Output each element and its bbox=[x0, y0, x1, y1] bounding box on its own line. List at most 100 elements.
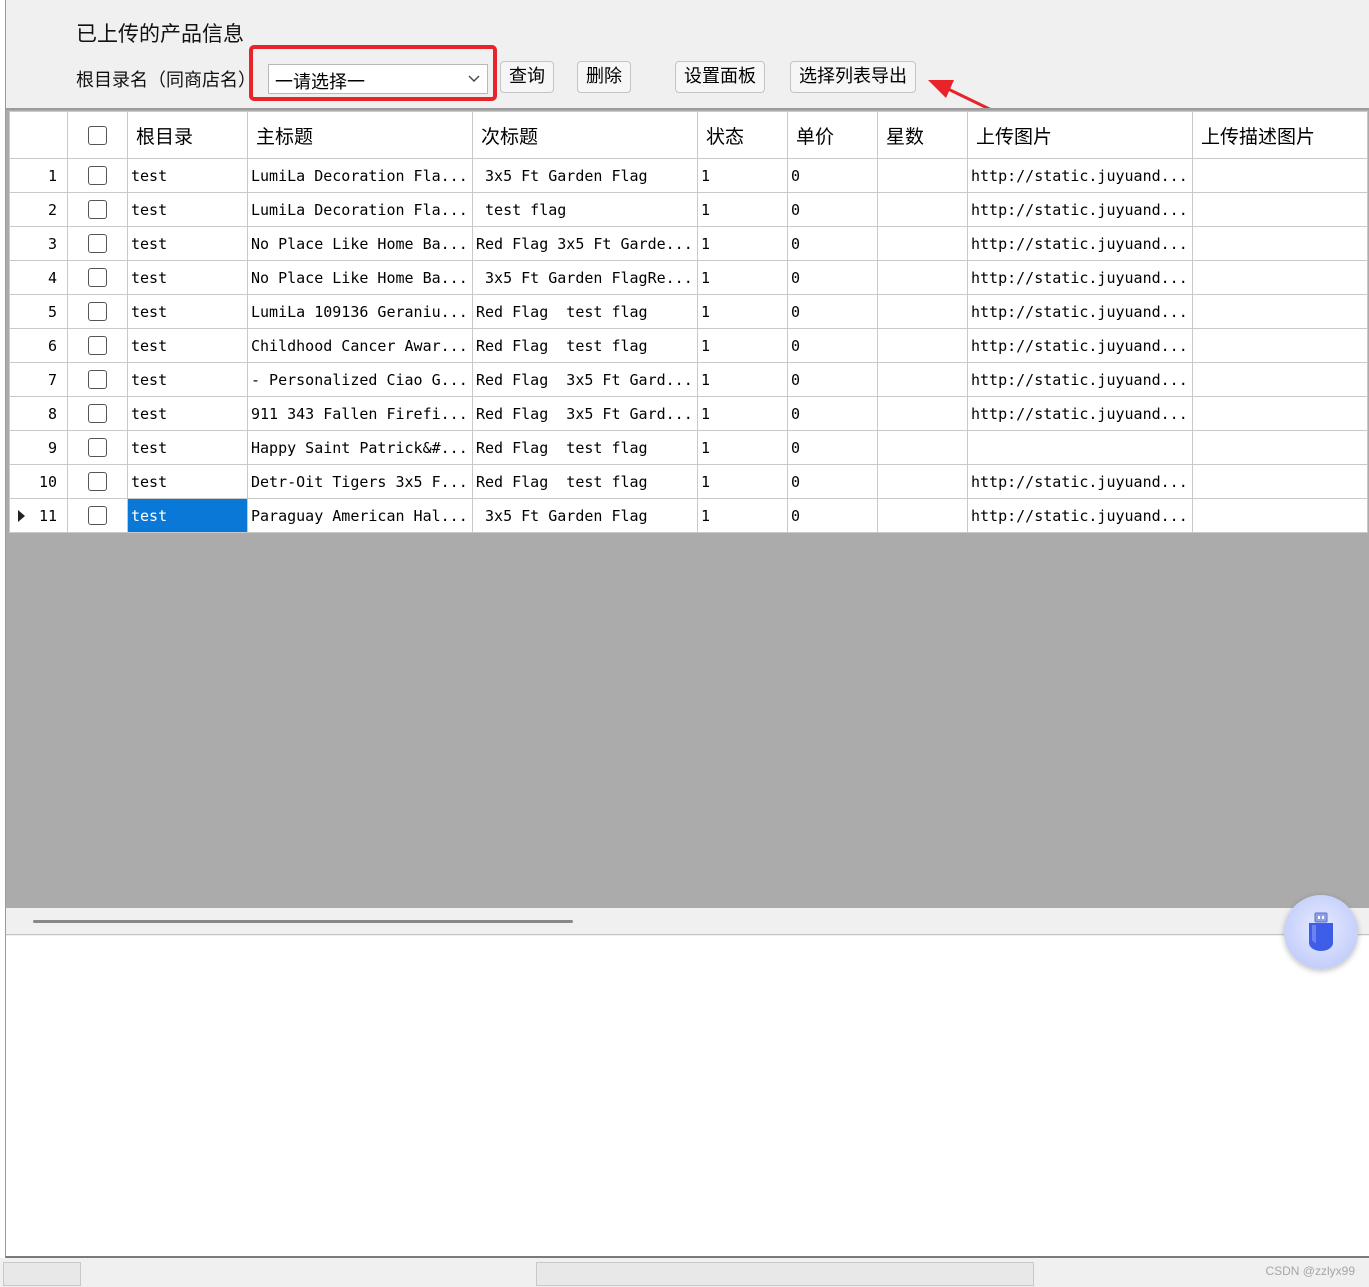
cell-stars[interactable] bbox=[877, 328, 968, 363]
cell-status[interactable]: 1 bbox=[697, 192, 788, 227]
cell-stars[interactable] bbox=[877, 260, 968, 295]
cell-stars[interactable] bbox=[877, 192, 968, 227]
cell-subtitle[interactable]: 3x5 Ft Garden Flag bbox=[472, 498, 698, 533]
cell-status[interactable]: 1 bbox=[697, 430, 788, 465]
column-header-stars[interactable]: 星数 bbox=[877, 111, 968, 159]
row-header[interactable]: 4 bbox=[9, 260, 68, 295]
cell-status[interactable]: 1 bbox=[697, 294, 788, 329]
cell-image[interactable]: http://static.juyuand... bbox=[967, 158, 1193, 193]
cell-subtitle[interactable]: Red Flag 3x5 Ft Gard... bbox=[472, 362, 698, 397]
row-checkbox[interactable] bbox=[88, 268, 107, 287]
cell-price[interactable]: 0 bbox=[787, 192, 878, 227]
cell-root[interactable]: test bbox=[127, 498, 248, 533]
cell-status[interactable]: 1 bbox=[697, 464, 788, 499]
cell-desc-image[interactable] bbox=[1192, 396, 1368, 431]
cell-desc-image[interactable] bbox=[1192, 260, 1368, 295]
table-row[interactable]: 9 test Happy Saint Patrick&#... Red Flag te… bbox=[9, 430, 1368, 465]
row-header[interactable]: 6 bbox=[9, 328, 68, 363]
cell-root[interactable]: test bbox=[127, 430, 248, 465]
cell-stars[interactable] bbox=[877, 226, 968, 261]
cell-status[interactable]: 1 bbox=[697, 260, 788, 295]
cell-image[interactable]: http://static.juyuand... bbox=[967, 328, 1193, 363]
cell-desc-image[interactable] bbox=[1192, 464, 1368, 499]
table-row[interactable]: 11 test Paraguay American Hal... 3x5 Ft Ga… bbox=[9, 498, 1368, 533]
export-selected-list-button[interactable]: 选择列表导出 bbox=[790, 61, 916, 93]
row-header[interactable]: 1 bbox=[9, 158, 68, 193]
cell-title[interactable]: Detr-Oit Tigers 3x5 F... bbox=[247, 464, 473, 499]
delete-button[interactable]: 删除 bbox=[577, 61, 631, 93]
row-checkbox-cell[interactable] bbox=[67, 294, 128, 329]
cell-root[interactable]: test bbox=[127, 396, 248, 431]
row-header[interactable]: 2 bbox=[9, 192, 68, 227]
row-checkbox[interactable] bbox=[88, 472, 107, 491]
row-checkbox[interactable] bbox=[88, 336, 107, 355]
column-header-desc-image[interactable]: 上传描述图片 bbox=[1192, 111, 1368, 159]
cell-subtitle[interactable]: Red Flag 3x5 Ft Garde... bbox=[472, 226, 698, 261]
cell-title[interactable]: LumiLa Decoration Fla... bbox=[247, 158, 473, 193]
cell-subtitle[interactable]: Red Flag test flag bbox=[472, 294, 698, 329]
row-header[interactable]: 5 bbox=[9, 294, 68, 329]
horizontal-scrollbar[interactable] bbox=[6, 908, 1369, 935]
cell-image[interactable]: http://static.juyuand... bbox=[967, 464, 1193, 499]
table-row[interactable]: 2 test LumiLa Decoration Fla... test flag 1… bbox=[9, 192, 1368, 227]
table-row[interactable]: 4 test No Place Like Home Ba... 3x5 Ft Gar… bbox=[9, 260, 1368, 295]
cell-root[interactable]: test bbox=[127, 328, 248, 363]
cell-root[interactable]: test bbox=[127, 192, 248, 227]
column-header-title[interactable]: 主标题 bbox=[247, 111, 473, 159]
horizontal-scrollbar-thumb[interactable] bbox=[33, 920, 573, 923]
cell-subtitle[interactable]: Red Flag test flag bbox=[472, 464, 698, 499]
cell-desc-image[interactable] bbox=[1192, 158, 1368, 193]
cell-status[interactable]: 1 bbox=[697, 396, 788, 431]
cell-title[interactable]: Childhood Cancer Awar... bbox=[247, 328, 473, 363]
cell-stars[interactable] bbox=[877, 464, 968, 499]
settings-panel-button[interactable]: 设置面板 bbox=[675, 61, 765, 93]
table-row[interactable]: 3 test No Place Like Home Ba... Red Flag 3x… bbox=[9, 226, 1368, 261]
row-header[interactable]: 9 bbox=[9, 430, 68, 465]
table-row[interactable]: 7 test - Personalized Ciao G... Red Flag 3x… bbox=[9, 362, 1368, 397]
column-header-image[interactable]: 上传图片 bbox=[967, 111, 1193, 159]
row-header[interactable]: 8 bbox=[9, 396, 68, 431]
cell-price[interactable]: 0 bbox=[787, 260, 878, 295]
row-checkbox-cell[interactable] bbox=[67, 362, 128, 397]
cell-root[interactable]: test bbox=[127, 158, 248, 193]
row-checkbox-cell[interactable] bbox=[67, 192, 128, 227]
cell-root[interactable]: test bbox=[127, 260, 248, 295]
cell-price[interactable]: 0 bbox=[787, 498, 878, 533]
cell-image[interactable]: http://static.juyuand... bbox=[967, 192, 1193, 227]
cell-subtitle[interactable]: 3x5 Ft Garden Flag bbox=[472, 158, 698, 193]
row-checkbox-cell[interactable] bbox=[67, 396, 128, 431]
cell-subtitle[interactable]: Red Flag test flag bbox=[472, 430, 698, 465]
cell-image[interactable]: http://static.juyuand... bbox=[967, 362, 1193, 397]
row-checkbox[interactable] bbox=[88, 200, 107, 219]
cell-subtitle[interactable]: test flag bbox=[472, 192, 698, 227]
cell-title[interactable]: No Place Like Home Ba... bbox=[247, 226, 473, 261]
cell-title[interactable]: - Personalized Ciao G... bbox=[247, 362, 473, 397]
cell-title[interactable]: Happy Saint Patrick&#... bbox=[247, 430, 473, 465]
table-row[interactable]: 5 test LumiLa 109136 Geraniu... Red Flag te… bbox=[9, 294, 1368, 329]
cell-image[interactable]: http://static.juyuand... bbox=[967, 226, 1193, 261]
cell-stars[interactable] bbox=[877, 430, 968, 465]
table-row[interactable]: 6 test Childhood Cancer Awar... Red Flag te… bbox=[9, 328, 1368, 363]
cell-root[interactable]: test bbox=[127, 226, 248, 261]
column-header-root[interactable]: 根目录 bbox=[127, 111, 248, 159]
column-header-status[interactable]: 状态 bbox=[697, 111, 788, 159]
table-row[interactable]: 8 test 911 343 Fallen Firefi... Red Flag 3x… bbox=[9, 396, 1368, 431]
column-header-subtitle[interactable]: 次标题 bbox=[472, 111, 698, 159]
cell-stars[interactable] bbox=[877, 396, 968, 431]
cell-desc-image[interactable] bbox=[1192, 328, 1368, 363]
cell-title[interactable]: LumiLa 109136 Geraniu... bbox=[247, 294, 473, 329]
cell-image[interactable]: http://static.juyuand... bbox=[967, 260, 1193, 295]
cell-price[interactable]: 0 bbox=[787, 362, 878, 397]
cell-status[interactable]: 1 bbox=[697, 498, 788, 533]
row-checkbox-cell[interactable] bbox=[67, 226, 128, 261]
cell-title[interactable]: Paraguay American Hal... bbox=[247, 498, 473, 533]
cell-stars[interactable] bbox=[877, 294, 968, 329]
cell-desc-image[interactable] bbox=[1192, 362, 1368, 397]
query-button[interactable]: 查询 bbox=[500, 61, 554, 93]
cell-subtitle[interactable]: Red Flag 3x5 Ft Gard... bbox=[472, 396, 698, 431]
cell-title[interactable]: LumiLa Decoration Fla... bbox=[247, 192, 473, 227]
row-header[interactable]: 10 bbox=[9, 464, 68, 499]
cell-price[interactable]: 0 bbox=[787, 294, 878, 329]
row-checkbox[interactable] bbox=[88, 234, 107, 253]
select-all-checkbox-header[interactable] bbox=[67, 111, 128, 159]
